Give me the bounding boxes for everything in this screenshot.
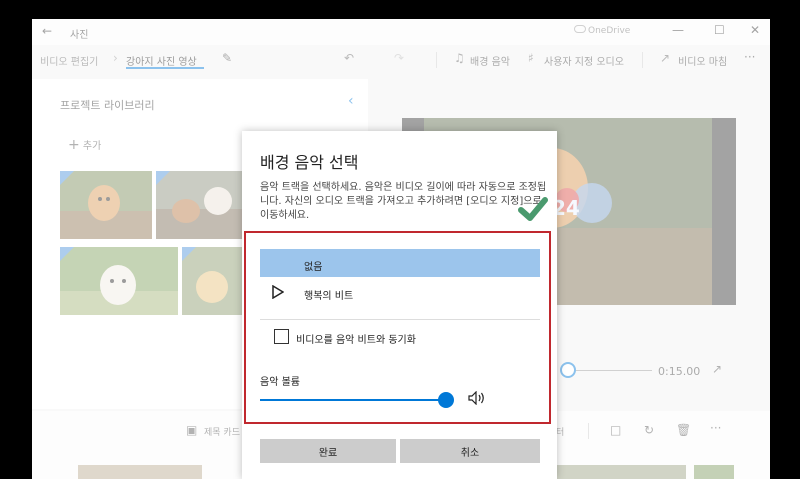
- track-item-happy-beat[interactable]: 행복의 비트: [304, 287, 353, 302]
- selection-corner-icon: [182, 247, 196, 261]
- checkmark-icon: [518, 197, 548, 221]
- storyboard-clip[interactable]: [78, 465, 202, 479]
- white-puppy-photo: [60, 247, 178, 315]
- title-card-button[interactable]: 제목 카드: [204, 425, 240, 438]
- storyboard-more-icon[interactable]: ···: [710, 421, 721, 435]
- total-duration: 0:15.00: [658, 365, 701, 378]
- chevron-right-icon: ›: [113, 51, 118, 65]
- storyboard-clip[interactable]: [552, 465, 686, 479]
- minimize-icon[interactable]: —: [672, 23, 684, 37]
- media-thumbnail[interactable]: [182, 247, 248, 315]
- sync-beat-checkbox[interactable]: [274, 329, 289, 344]
- crop-icon[interactable]: □: [610, 423, 621, 437]
- pencil-icon[interactable]: ✎: [222, 51, 232, 65]
- breadcrumb-project-name[interactable]: 강아지 사진 영상: [126, 53, 197, 68]
- custom-audio-button[interactable]: 사용자 지정 오디오: [544, 53, 624, 68]
- app-title: 사진: [70, 30, 89, 41]
- add-media-button[interactable]: + 추가: [68, 137, 101, 153]
- custom-audio-icon[interactable]: ♯: [528, 51, 534, 65]
- dialog-title: 배경 음악 선택: [260, 153, 359, 172]
- selection-corner-icon: [60, 171, 74, 185]
- dialog-divider: [260, 319, 540, 320]
- redo-icon[interactable]: ↷: [394, 51, 404, 65]
- expand-icon[interactable]: ↗: [712, 362, 722, 376]
- playback-progress-track[interactable]: [572, 370, 652, 371]
- selection-corner-icon: [156, 171, 170, 185]
- storyboard-clip[interactable]: [694, 465, 734, 479]
- volume-slider-track[interactable]: [260, 399, 447, 401]
- back-arrow-icon[interactable]: ←: [42, 24, 52, 38]
- playback-scrubber-handle[interactable]: [560, 362, 576, 378]
- onedrive-label: OneDrive: [588, 26, 631, 36]
- close-icon[interactable]: ✕: [750, 23, 760, 37]
- play-icon[interactable]: [272, 285, 284, 299]
- storyboard-divider: [588, 423, 589, 439]
- toolbar-divider: [436, 52, 437, 68]
- track-label-none: 없음: [304, 262, 323, 273]
- title-bar: ← 사진 OneDrive — ☐ ✕: [32, 19, 770, 45]
- toolbar-divider: [642, 52, 643, 68]
- dialog-description: 음악 트랙을 선택하세요. 음악은 비디오 길이에 따라 자동으로 조정됩니다.…: [260, 182, 547, 221]
- rotate-icon[interactable]: ↻: [644, 423, 654, 437]
- share-icon[interactable]: ↗: [660, 51, 670, 65]
- done-button[interactable]: 완료: [260, 439, 396, 463]
- music-note-icon[interactable]: ♫: [454, 51, 465, 65]
- media-thumbnail[interactable]: [60, 171, 152, 239]
- title-card-icon[interactable]: ▣: [186, 423, 197, 437]
- cancel-button[interactable]: 취소: [400, 439, 540, 463]
- track-item-none[interactable]: [260, 249, 540, 277]
- chevron-left-icon[interactable]: ‹: [348, 93, 354, 109]
- speaker-icon[interactable]: [468, 391, 486, 405]
- trash-icon[interactable]: 🗑: [676, 423, 691, 437]
- filters-button[interactable]: 터: [556, 425, 564, 438]
- media-thumbnail[interactable]: [156, 171, 248, 239]
- media-thumbnail[interactable]: [60, 247, 178, 315]
- onedrive-status[interactable]: OneDrive: [572, 26, 630, 36]
- more-options-icon[interactable]: ···: [744, 50, 755, 64]
- background-music-button[interactable]: 배경 음악: [470, 53, 510, 68]
- sync-beat-label: 비디오를 음악 비트와 동기화: [296, 335, 416, 346]
- breadcrumb-video-editor[interactable]: 비디오 편집기: [40, 53, 98, 68]
- project-name-underline: [126, 67, 204, 69]
- add-label: 추가: [82, 141, 102, 152]
- volume-label: 음악 볼륨: [260, 377, 300, 388]
- background-music-dialog: 배경 음악 선택 음악 트랙을 선택하세요. 음악은 비디오 길이에 따라 자동…: [242, 131, 557, 479]
- finish-video-button[interactable]: 비디오 마침: [678, 53, 727, 68]
- undo-icon[interactable]: ↶: [344, 51, 354, 65]
- selection-corner-icon: [60, 247, 74, 261]
- maximize-icon[interactable]: ☐: [714, 23, 725, 37]
- editor-toolbar: 비디오 편집기 › 강아지 사진 영상 ✎ ↶ ↷ ♫ 배경 음악 ♯ 사용자 …: [32, 45, 770, 75]
- plus-icon: +: [68, 137, 80, 153]
- library-title: 프로젝트 라이브러리: [60, 99, 155, 112]
